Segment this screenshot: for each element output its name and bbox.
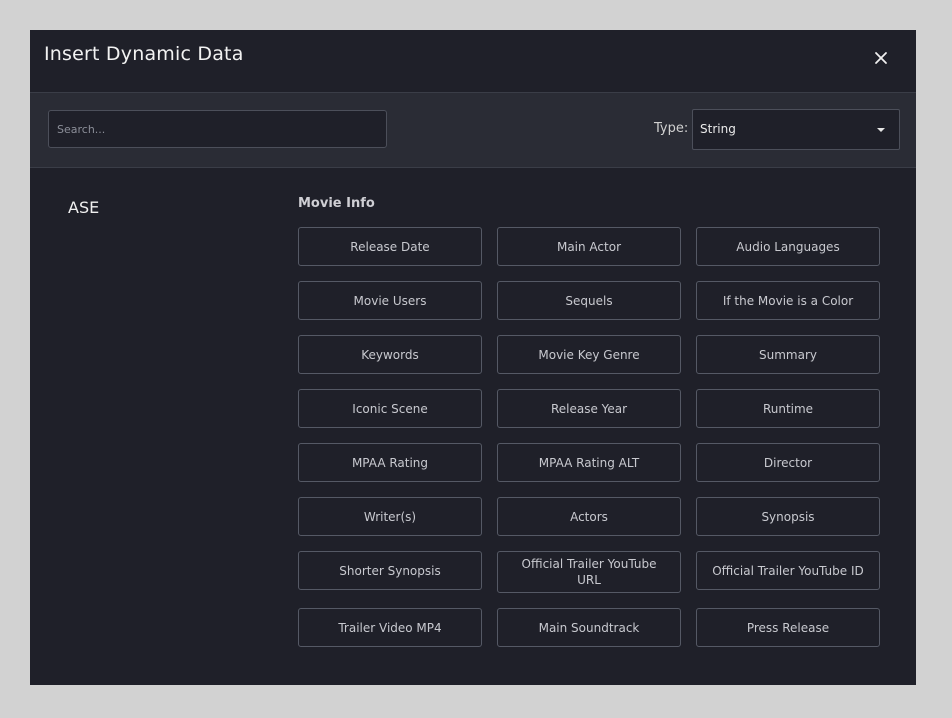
field-button[interactable]: Release Year — [497, 389, 681, 428]
field-button[interactable]: Official Trailer YouTube ID — [696, 551, 880, 590]
field-button[interactable]: Press Release — [696, 608, 880, 647]
field-button[interactable]: Release Date — [298, 227, 482, 266]
field-button[interactable]: Trailer Video MP4 — [298, 608, 482, 647]
field-button[interactable]: Movie Users — [298, 281, 482, 320]
close-button[interactable] — [870, 47, 892, 69]
field-button[interactable]: MPAA Rating — [298, 443, 482, 482]
type-label: Type: — [654, 121, 689, 136]
field-button[interactable]: Main Soundtrack — [497, 608, 681, 647]
field-button[interactable]: Main Actor — [497, 227, 681, 266]
section-title: Movie Info — [298, 196, 375, 211]
field-button[interactable]: Audio Languages — [696, 227, 880, 266]
field-button-grid: Release Date Main Actor Audio Languages Mov… — [298, 227, 880, 647]
filter-toolbar: Type: String — [30, 93, 916, 168]
field-button[interactable]: Shorter Synopsis — [298, 551, 482, 590]
dialog-title: Insert Dynamic Data — [44, 43, 244, 65]
insert-dynamic-data-dialog: Insert Dynamic Data Type: String ASE Mov… — [30, 30, 916, 685]
dialog-header: Insert Dynamic Data — [30, 30, 916, 93]
field-button[interactable]: If the Movie is a Color — [696, 281, 880, 320]
field-button[interactable]: Movie Key Genre — [497, 335, 681, 374]
search-input[interactable] — [48, 110, 387, 148]
field-button[interactable]: Writer(s) — [298, 497, 482, 536]
field-button[interactable]: Keywords — [298, 335, 482, 374]
close-icon — [875, 52, 887, 64]
field-button[interactable]: MPAA Rating ALT — [497, 443, 681, 482]
field-button[interactable]: Director — [696, 443, 880, 482]
field-button[interactable]: Official Trailer YouTube URL — [497, 551, 681, 593]
field-button[interactable]: Actors — [497, 497, 681, 536]
type-select[interactable]: String — [692, 109, 900, 150]
sidebar-item-ase[interactable]: ASE — [68, 198, 99, 217]
field-button[interactable]: Synopsis — [696, 497, 880, 536]
chevron-down-icon — [877, 128, 885, 132]
type-select-value: String — [700, 122, 736, 136]
field-button[interactable]: Summary — [696, 335, 880, 374]
field-button[interactable]: Sequels — [497, 281, 681, 320]
field-button[interactable]: Runtime — [696, 389, 880, 428]
field-button[interactable]: Iconic Scene — [298, 389, 482, 428]
